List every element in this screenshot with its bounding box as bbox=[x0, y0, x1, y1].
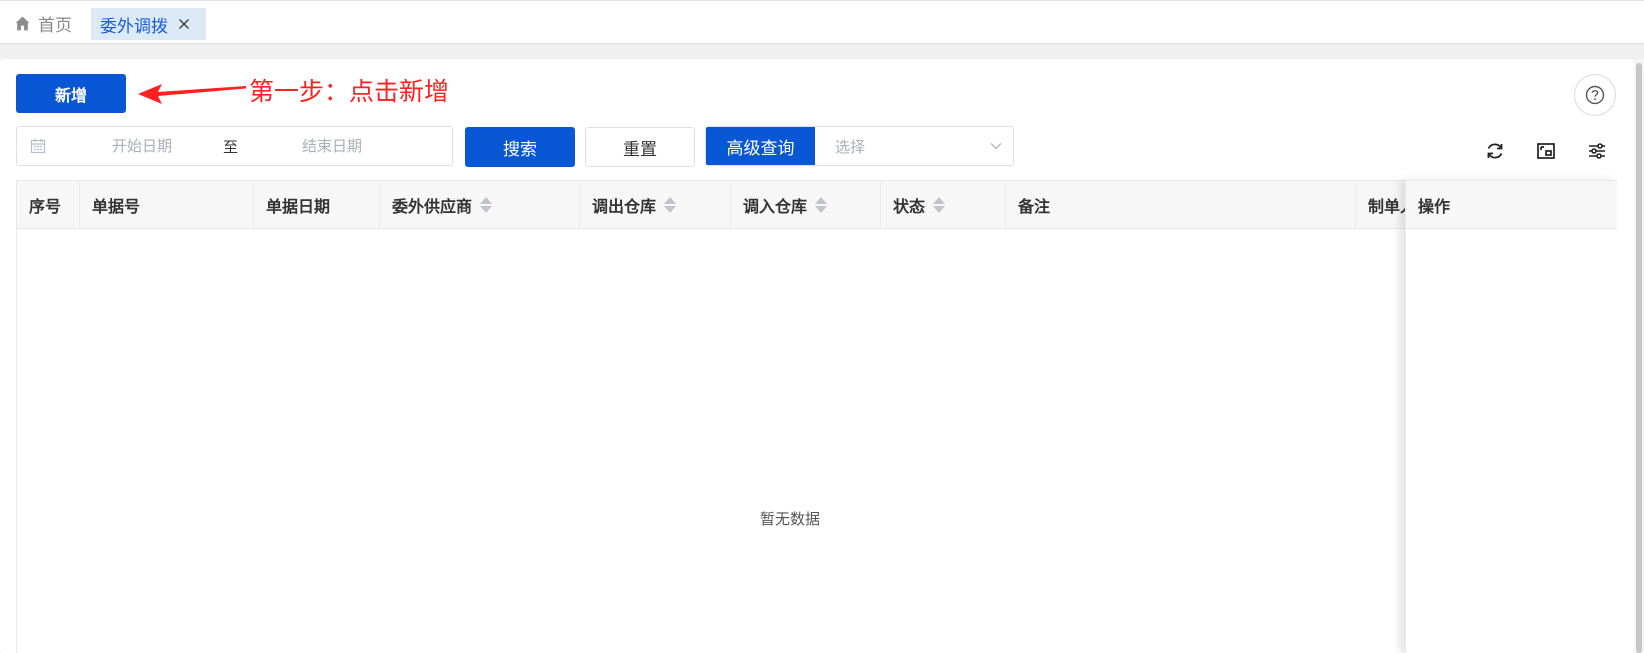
column-header-out-warehouse[interactable]: 调出仓库 bbox=[580, 181, 731, 229]
add-button[interactable]: 新增 bbox=[16, 74, 126, 113]
column-header-label: 委外供应商 bbox=[392, 197, 473, 216]
select-placeholder: 选择 bbox=[835, 137, 866, 156]
close-icon[interactable] bbox=[176, 16, 192, 32]
column-header-supplier[interactable]: 委外供应商 bbox=[380, 181, 580, 229]
sort-icon[interactable] bbox=[815, 196, 828, 214]
tab-outsourcing-transfer[interactable]: 委外调拨 bbox=[91, 8, 206, 40]
help-icon bbox=[1585, 85, 1605, 105]
advanced-query-button[interactable]: 高级查询 bbox=[706, 127, 815, 165]
data-table: 序号 单据号 单据日期 委外供应商 调出仓库 调入仓库 状态 备注 制单人 操作 bbox=[16, 180, 1618, 653]
advanced-query-group: 高级查询 选择 bbox=[705, 126, 1014, 166]
column-header-status[interactable]: 状态 bbox=[881, 181, 1006, 229]
column-header-in-warehouse[interactable]: 调入仓库 bbox=[731, 181, 881, 229]
column-header-label: 单据日期 bbox=[266, 197, 331, 216]
chevron-down-icon bbox=[990, 143, 1002, 150]
fixed-action-column: 操作 bbox=[1405, 180, 1618, 653]
column-header-label: 序号 bbox=[29, 197, 62, 216]
help-button[interactable] bbox=[1574, 74, 1616, 116]
refresh-icon[interactable] bbox=[1484, 140, 1506, 162]
scrollbar-thumb[interactable] bbox=[1636, 63, 1642, 653]
end-date-input[interactable] bbox=[267, 135, 397, 157]
sort-icon[interactable] bbox=[664, 196, 677, 214]
column-header-label: 调出仓库 bbox=[592, 197, 657, 216]
tab-home[interactable]: 首页 bbox=[14, 10, 72, 36]
date-separator: 至 bbox=[223, 138, 239, 156]
reset-button[interactable]: 重置 bbox=[585, 127, 695, 167]
column-header-remark: 备注 bbox=[1006, 181, 1356, 229]
date-range-picker[interactable]: 至 bbox=[16, 126, 453, 166]
column-header-index: 序号 bbox=[17, 181, 80, 229]
column-header-label: 调入仓库 bbox=[743, 197, 808, 216]
fullscreen-icon[interactable] bbox=[1535, 140, 1557, 162]
start-date-input[interactable] bbox=[77, 135, 207, 157]
sort-icon[interactable] bbox=[480, 196, 493, 214]
advanced-query-select[interactable]: 选择 bbox=[815, 127, 1013, 165]
column-header-doc-no: 单据号 bbox=[80, 181, 254, 229]
column-settings-icon[interactable] bbox=[1586, 140, 1608, 162]
vertical-scrollbar[interactable] bbox=[1634, 59, 1644, 653]
annotation-arrow bbox=[138, 84, 246, 104]
column-header-label: 备注 bbox=[1018, 197, 1051, 216]
column-header-doc-date: 单据日期 bbox=[254, 181, 380, 229]
sort-icon[interactable] bbox=[933, 196, 946, 214]
column-header-label: 单据号 bbox=[92, 197, 141, 216]
search-button[interactable]: 搜索 bbox=[465, 127, 575, 167]
calendar-icon bbox=[30, 139, 46, 154]
empty-state-text: 暂无数据 bbox=[760, 510, 821, 528]
column-header-label: 操作 bbox=[1418, 196, 1451, 216]
home-icon bbox=[15, 16, 30, 30]
column-header-label: 状态 bbox=[893, 197, 926, 216]
tab-active-label: 委外调拨 bbox=[100, 16, 168, 37]
step-annotation: 第一步：点击新增 bbox=[249, 77, 450, 106]
tab-bar: 首页 委外调拨 bbox=[0, 0, 1644, 44]
table-header: 序号 单据号 单据日期 委外供应商 调出仓库 调入仓库 状态 备注 制单人 bbox=[17, 180, 1616, 229]
column-header-actions: 操作 bbox=[1406, 180, 1617, 229]
tab-home-label: 首页 bbox=[38, 15, 72, 36]
